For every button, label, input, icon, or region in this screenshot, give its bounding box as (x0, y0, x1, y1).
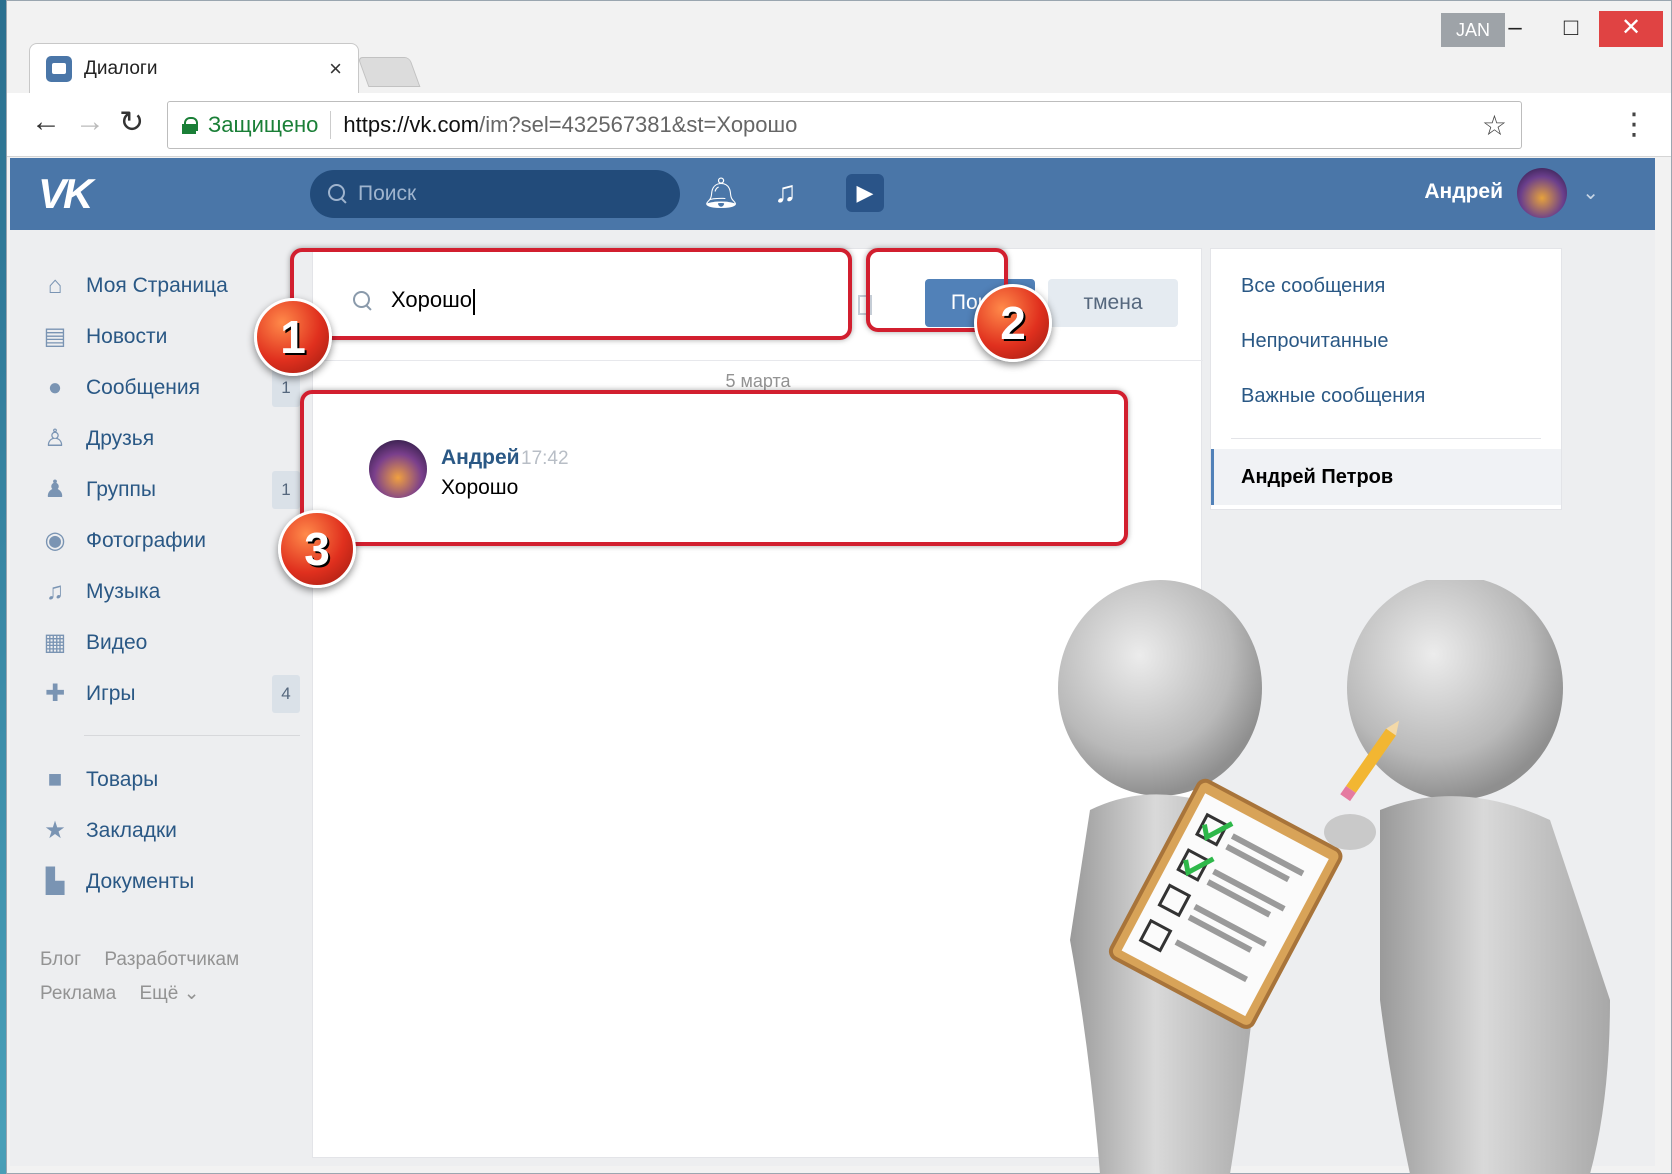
bag-icon: ■ (47, 765, 63, 793)
gamepad-icon: ✚ (44, 680, 66, 707)
url-path: /im?sel=432567381&st=Хорошо (479, 112, 798, 137)
filter-unread[interactable]: Непрочитанные (1211, 314, 1561, 369)
vk-messages-favicon-icon (46, 55, 72, 82)
sidebar-item-music[interactable]: ♫ Музыка (40, 566, 300, 617)
games-count-badge: 4 (272, 674, 300, 713)
lock-icon (182, 117, 198, 134)
figures-with-checklist-illustration (1058, 580, 1610, 1174)
vk-logo[interactable]: VK (38, 170, 93, 218)
home-icon: ⌂ (47, 271, 63, 299)
browser-menu-icon[interactable]: ⋮ (1619, 107, 1649, 142)
sidebar-item-label: Видео (86, 630, 148, 654)
address-bar[interactable]: Защищено https://vk.com /im?sel=43256738… (167, 101, 1522, 149)
sidebar-item-label: Игры (86, 681, 136, 705)
vk-header: VK Поиск 🔔︎ ♫ ▶ Андрей ⌄ (10, 158, 1655, 230)
friends-icon: ♙ (44, 425, 66, 452)
play-icon[interactable]: ▶ (846, 174, 884, 212)
sidebar-item-documents[interactable]: ▙ Документы (40, 856, 300, 907)
sidebar-item-label: Новости (86, 324, 168, 348)
sidebar-item-friends[interactable]: ♙ Друзья (40, 413, 300, 464)
maximize-button[interactable]: □ (1543, 11, 1599, 47)
browser-tab[interactable]: Диалоги × (29, 43, 359, 93)
groups-icon: ♟ (44, 476, 66, 503)
forward-arrow-icon[interactable]: → (75, 105, 105, 139)
bell-icon[interactable]: 🔔︎ (702, 176, 740, 211)
minimize-button[interactable]: – (1487, 11, 1543, 47)
tab-close-icon[interactable]: × (329, 56, 342, 82)
title-bar: Диалоги × JAN – □ ✕ (7, 1, 1671, 93)
sidebar-item-goods[interactable]: ■ Товары (40, 754, 300, 805)
search-icon (328, 184, 348, 204)
close-window-button[interactable]: ✕ (1599, 11, 1663, 47)
camera-icon: ◉ (44, 527, 66, 554)
music-icon: ♫ (46, 577, 64, 605)
sidebar-item-label: Группы (86, 477, 156, 501)
video-icon: ▦ (43, 629, 67, 656)
header-avatar[interactable] (1517, 168, 1567, 218)
sidebar-item-video[interactable]: ▦ Видео (40, 617, 300, 668)
highlight-search-result (300, 390, 1128, 546)
filter-divider (1231, 438, 1541, 439)
cancel-search-button[interactable]: тмена (1048, 279, 1178, 327)
star-icon: ★ (44, 817, 66, 844)
step-marker-3: 3 (278, 510, 356, 588)
sidebar-item-label: Друзья (86, 426, 155, 450)
sidebar-item-label: Документы (86, 869, 195, 893)
music-note-icon[interactable]: ♫ (774, 176, 797, 210)
document-icon: ▙ (45, 868, 65, 895)
header-search-placeholder: Поиск (358, 182, 417, 205)
filter-important[interactable]: Важные сообщения (1211, 369, 1561, 424)
header-search-input[interactable]: Поиск (310, 170, 680, 218)
window-controls: – □ ✕ (1487, 11, 1663, 47)
chevron-down-icon[interactable]: ⌄ (1582, 180, 1599, 205)
date-separator: 5 марта (725, 371, 791, 391)
sidebar-item-label: Фотографии (86, 528, 207, 552)
messages-icon: ● (47, 373, 63, 401)
left-sidebar: ⌂ Моя Страница ▤ Новости ● Сообщения 1 ♙… (40, 260, 300, 1011)
new-tab-button[interactable] (357, 57, 421, 87)
step-marker-1: 1 (254, 298, 332, 376)
step-marker-2: 2 (974, 284, 1052, 362)
sidebar-item-games[interactable]: ✚ Игры 4 (40, 668, 300, 719)
sidebar-item-my-page[interactable]: ⌂ Моя Страница (40, 260, 300, 311)
filter-all-messages[interactable]: Все сообщения (1211, 259, 1561, 314)
groups-count-badge: 1 (272, 470, 300, 509)
back-arrow-icon[interactable]: ← (31, 105, 61, 139)
news-icon: ▤ (43, 323, 67, 350)
sidebar-item-bookmarks[interactable]: ★ Закладки (40, 805, 300, 856)
address-divider (330, 111, 332, 139)
sidebar-item-label: Моя Страница (86, 273, 228, 297)
sidebar-item-label: Закладки (86, 818, 177, 842)
header-user-name[interactable]: Андрей (1424, 180, 1503, 204)
footer-links: Блог Разработчикам Реклама Ещё ⌄ (40, 943, 300, 1011)
tab-title: Диалоги (84, 57, 158, 79)
sidebar-item-label: Товары (86, 767, 159, 791)
footer-link-more[interactable]: Ещё ⌄ (140, 983, 200, 1004)
reload-icon[interactable]: ↻ (119, 105, 144, 140)
footer-link-developers[interactable]: Разработчикам (104, 949, 239, 970)
footer-link-blog[interactable]: Блог (40, 949, 81, 970)
sidebar-item-messages[interactable]: ● Сообщения 1 (40, 362, 300, 413)
sidebar-item-groups[interactable]: ♟ Группы 1 (40, 464, 300, 515)
highlight-search-field (290, 248, 852, 340)
menu-divider (84, 735, 300, 736)
sidebar-item-photos[interactable]: ◉ Фотографии (40, 515, 300, 566)
footer-link-ads[interactable]: Реклама (40, 983, 116, 1004)
filter-conversation-active[interactable]: Андрей Петров (1211, 449, 1561, 505)
messages-filter-menu: Все сообщения Непрочитанные Важные сообщ… (1210, 248, 1562, 510)
bookmark-star-icon[interactable]: ☆ (1482, 109, 1507, 142)
sidebar-item-label: Сообщения (86, 375, 200, 399)
sidebar-item-label: Музыка (86, 579, 161, 603)
secure-label: Защищено (208, 112, 319, 137)
url-host: https://vk.com (343, 112, 480, 137)
browser-toolbar: ← → ↻ Защищено https://vk.com /im?sel=43… (7, 93, 1671, 157)
